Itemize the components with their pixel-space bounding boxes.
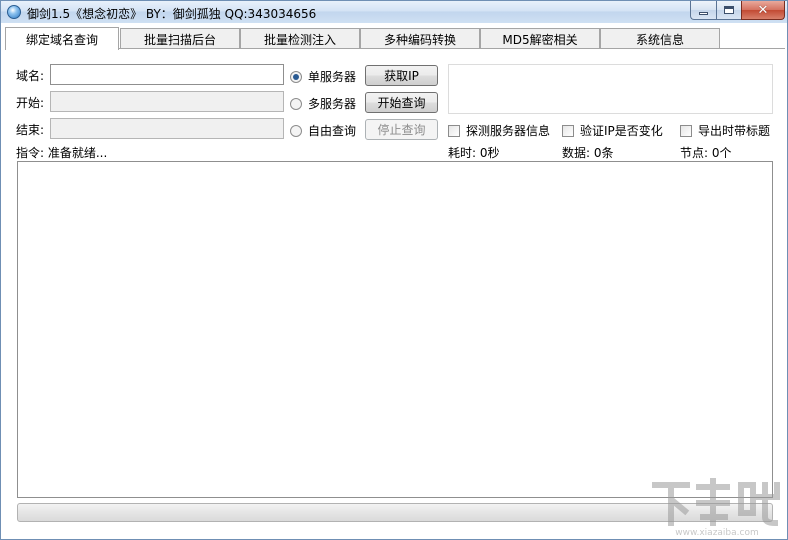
radio-label: 单服务器 <box>308 70 357 84</box>
checkbox-indicator[interactable] <box>448 124 460 137</box>
window-title: 御剑1.5《想念初恋》 BY：御剑孤独 QQ:343034656 <box>27 7 317 21</box>
radio-indicator[interactable] <box>290 70 302 83</box>
tab-divider <box>5 48 785 49</box>
radio-indicator[interactable] <box>290 124 302 137</box>
start-query-button[interactable]: 开始查询 <box>365 92 438 113</box>
checkbox-label: 探测服务器信息 <box>466 124 551 138</box>
tab-batch-sql-injection[interactable]: 批量检测注入 <box>240 28 360 49</box>
ip-result-box[interactable] <box>448 64 773 114</box>
radio-indicator[interactable] <box>290 97 302 110</box>
minimize-button[interactable] <box>690 1 716 20</box>
tab-system-info[interactable]: 系统信息 <box>600 28 720 49</box>
stop-query-button[interactable]: 停止查询 <box>365 119 438 140</box>
elapsed-time: 耗时: 0秒 <box>448 146 500 160</box>
checkbox-label: 验证IP是否变化 <box>580 124 663 138</box>
radio-free-query[interactable]: 自由查询 <box>290 122 356 139</box>
title-bar[interactable]: 御剑1.5《想念初恋》 BY：御剑孤独 QQ:343034656 ✕ <box>1 1 787 23</box>
tab-bar: 绑定域名查询 批量扫描后台 批量检测注入 多种编码转换 MD5解密相关 系统信息 <box>5 27 785 50</box>
start-label: 开始: <box>16 96 45 110</box>
command-status: 指令: 准备就绪... <box>16 146 108 160</box>
main-window: 御剑1.5《想念初恋》 BY：御剑孤独 QQ:343034656 ✕ 绑定域名查… <box>0 0 788 540</box>
app-icon <box>7 5 21 19</box>
tab-batch-scan-admin[interactable]: 批量扫描后台 <box>120 28 240 49</box>
radio-label: 自由查询 <box>308 124 357 138</box>
xiazaiba-watermark-logo: www.xiazaiba.com <box>652 478 780 538</box>
start-ip-input[interactable] <box>50 91 284 112</box>
checkbox-detect-server-info[interactable]: 探测服务器信息 <box>448 122 550 139</box>
results-list[interactable] <box>17 161 773 498</box>
tab-encoding-convert[interactable]: 多种编码转换 <box>360 28 480 49</box>
close-button[interactable]: ✕ <box>741 1 785 20</box>
checkbox-verify-ip-change[interactable]: 验证IP是否变化 <box>562 122 663 139</box>
end-ip-input[interactable] <box>50 118 284 139</box>
maximize-icon <box>724 6 734 14</box>
checkbox-export-with-title[interactable]: 导出时带标题 <box>680 122 770 139</box>
checkbox-indicator[interactable] <box>680 124 692 137</box>
tab-bind-domain-query[interactable]: 绑定域名查询 <box>5 27 119 50</box>
radio-label: 多服务器 <box>308 97 357 111</box>
tab-md5-decrypt[interactable]: MD5解密相关 <box>480 28 600 49</box>
minimize-icon <box>699 11 708 15</box>
window-controls: ✕ <box>690 1 785 20</box>
data-count: 数据: 0条 <box>562 146 614 160</box>
node-count: 节点: 0个 <box>680 146 732 160</box>
domain-input[interactable] <box>50 64 284 85</box>
checkbox-label: 导出时带标题 <box>698 124 771 138</box>
radio-single-server[interactable]: 单服务器 <box>290 68 356 85</box>
maximize-button[interactable] <box>716 1 741 20</box>
close-icon: ✕ <box>757 2 769 18</box>
get-ip-button[interactable]: 获取IP <box>365 65 438 86</box>
radio-multi-server[interactable]: 多服务器 <box>290 95 356 112</box>
svg-text:www.xiazaiba.com: www.xiazaiba.com <box>675 528 759 538</box>
checkbox-indicator[interactable] <box>562 124 574 137</box>
end-label: 结束: <box>16 123 45 137</box>
domain-label: 域名: <box>16 69 45 83</box>
